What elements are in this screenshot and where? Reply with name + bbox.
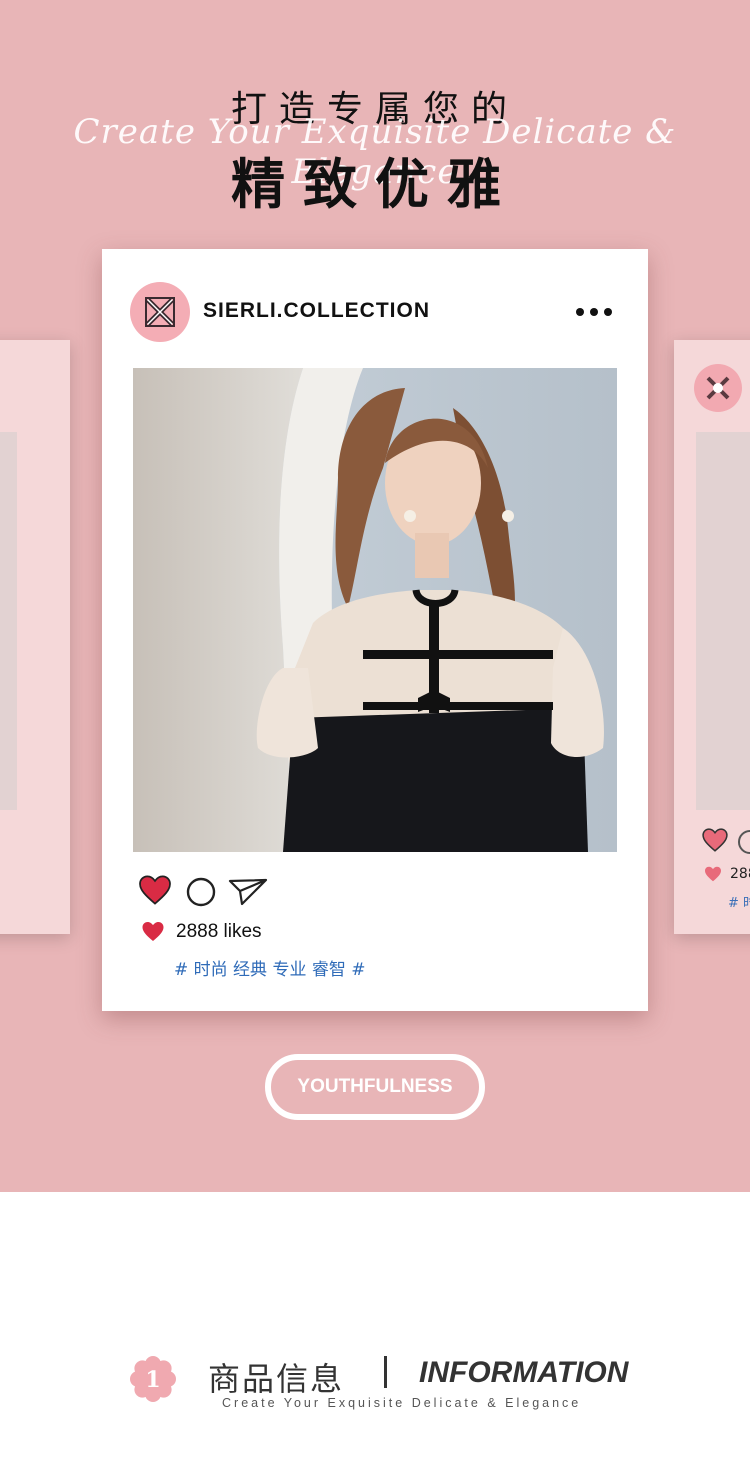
side-card-left-photo (0, 432, 17, 810)
mini-logo-icon (694, 364, 742, 412)
post-card: SIERLI.COLLECTION 2888 likes # 时尚 经典 专业 … (102, 249, 648, 1011)
headline-main: 精致优雅 (231, 153, 519, 216)
hero-section: 打造专属您的 Create Your Exquisite Delicate & … (0, 0, 750, 1192)
post-tags[interactable]: # 时尚 经典 专业 睿智 # (174, 955, 366, 980)
section-title-cn: 商品信息 (208, 1360, 345, 1398)
like-heart-icon[interactable] (138, 875, 172, 909)
mini-heart-icon (702, 828, 728, 856)
likes-heart-icon (141, 921, 165, 946)
title-divider (384, 1356, 387, 1388)
section-subtitle: Create Your Exquisite Delicate & Eleganc… (222, 1396, 582, 1410)
mini-like-heart-icon (704, 866, 722, 886)
info-section-header: 1 商品信息 INFORMATION Create Your Exquisite… (0, 1340, 750, 1420)
more-options-icon[interactable] (574, 297, 614, 327)
share-send-icon[interactable] (228, 877, 268, 911)
section-title-en: INFORMATION (419, 1356, 629, 1389)
account-handle[interactable]: SIERLI.COLLECTION (203, 299, 430, 323)
side-card-left (0, 340, 70, 934)
comment-icon[interactable] (186, 877, 216, 911)
mini-comment-icon (738, 830, 750, 854)
section-number: 1 (145, 1367, 160, 1393)
side-card-right: 288 # 时 (674, 340, 750, 934)
brand-logo-icon[interactable] (130, 282, 190, 342)
mini-likes-count: 288 (730, 866, 750, 882)
youthfulness-button[interactable]: YOUTHFULNESS (265, 1054, 485, 1120)
mini-tags: # 时 (728, 896, 750, 911)
product-photo (133, 368, 617, 852)
side-card-right-photo (696, 432, 750, 810)
likes-count: 2888 likes (176, 921, 262, 942)
number-flower-icon: 1 (130, 1356, 176, 1402)
